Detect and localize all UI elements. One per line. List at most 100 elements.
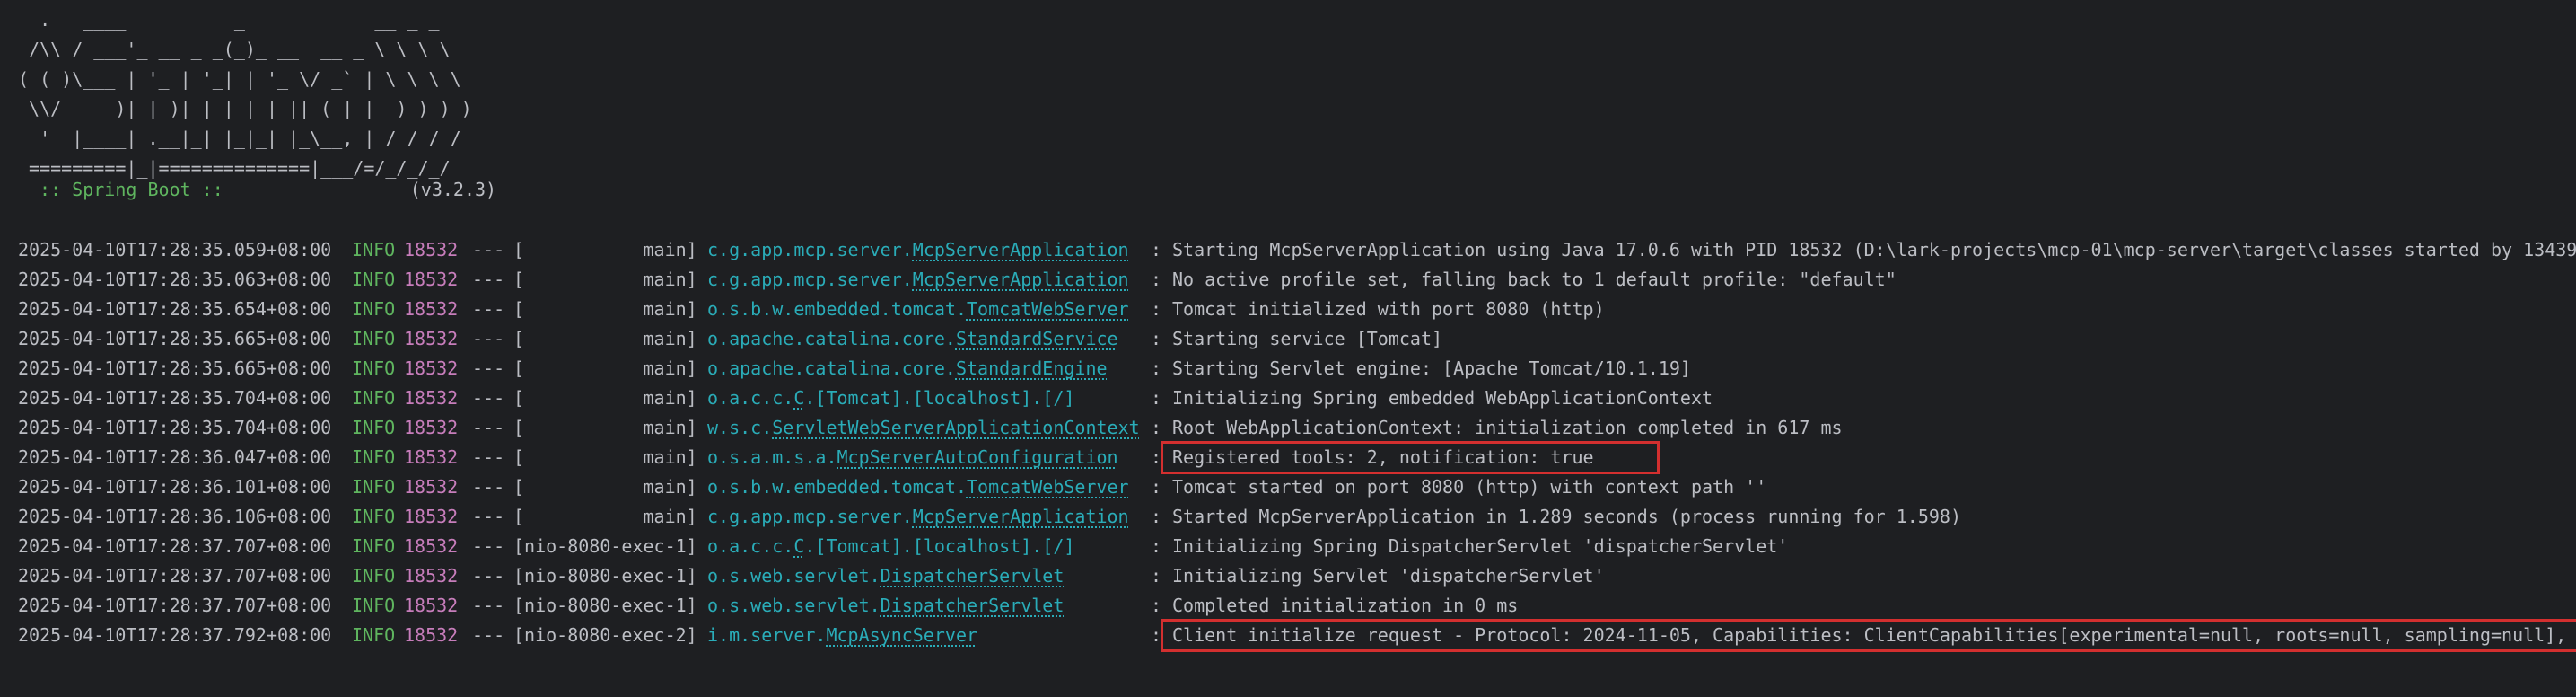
logger-suffix: .[Tomcat].[localhost].[/]	[804, 535, 1075, 557]
log-message: Starting Servlet engine: [Apache Tomcat/…	[1172, 357, 1691, 379]
logger-package: o.s.b.w.embedded.tomcat.	[707, 298, 967, 320]
log-thread: [ main]	[513, 417, 697, 438]
log-separator: ---	[472, 446, 505, 468]
logger-class-link[interactable]: DispatcherServlet	[881, 595, 1065, 616]
logger-package: o.s.a.m.s.a.	[707, 446, 837, 468]
log-timestamp: 2025-04-10T17:28:35.704+08:00	[18, 417, 332, 438]
log-level: INFO	[352, 624, 396, 646]
log-thread: [ main]	[513, 269, 697, 290]
log-timestamp: 2025-04-10T17:28:35.654+08:00	[18, 298, 332, 320]
log-timestamp: 2025-04-10T17:28:35.665+08:00	[18, 328, 332, 349]
log-logger: i.m.server.McpAsyncServer	[707, 621, 977, 650]
log-message: Starting McpServerApplication using Java…	[1172, 239, 2576, 260]
log-message: Tomcat initialized with port 8080 (http)	[1172, 298, 1605, 320]
log-timestamp: 2025-04-10T17:28:35.704+08:00	[18, 387, 332, 409]
log-level: INFO	[352, 357, 396, 379]
log-timestamp: 2025-04-10T17:28:37.707+08:00	[18, 535, 332, 557]
log-logger: o.s.b.w.embedded.tomcat.TomcatWebServer	[707, 472, 1129, 502]
log-level: INFO	[352, 417, 396, 438]
logger-class-link[interactable]: DispatcherServlet	[881, 565, 1065, 587]
log-level: INFO	[352, 239, 396, 260]
log-logger: o.a.c.c.C.[Tomcat].[localhost].[/]	[707, 384, 1074, 413]
log-message: Tomcat started on port 8080 (http) with …	[1172, 476, 1767, 498]
log-logger: o.s.web.servlet.DispatcherServlet	[707, 561, 1064, 591]
log-colon: :	[1151, 476, 1162, 498]
log-thread: [ main]	[513, 298, 697, 320]
log-timestamp: 2025-04-10T17:28:36.101+08:00	[18, 476, 332, 498]
logger-package: o.a.c.c.	[707, 535, 794, 557]
logger-package: c.g.app.mcp.server.	[707, 239, 913, 260]
logger-class-link[interactable]: ServletWebServerApplicationContext	[772, 417, 1139, 438]
logger-class-link[interactable]: C	[793, 387, 804, 409]
logger-package: w.s.c.	[707, 417, 773, 438]
log-timestamp: 2025-04-10T17:28:35.665+08:00	[18, 357, 332, 379]
log-message: Registered tools: 2, notification: true	[1172, 446, 1594, 468]
spring-boot-label: :: Spring Boot ::	[29, 179, 223, 200]
log-timestamp: 2025-04-10T17:28:37.792+08:00	[18, 624, 332, 646]
logger-class-link[interactable]: McpServerApplication	[913, 269, 1129, 290]
log-separator: ---	[472, 506, 505, 527]
log-logger: c.g.app.mcp.server.McpServerApplication	[707, 235, 1129, 265]
logger-class-link[interactable]: C	[793, 535, 804, 557]
log-pid: 18532	[404, 506, 459, 527]
log-thread: [ main]	[513, 476, 697, 498]
log-pid: 18532	[404, 328, 459, 349]
logger-package: c.g.app.mcp.server.	[707, 506, 913, 527]
log-pid: 18532	[404, 387, 459, 409]
logger-package: o.s.web.servlet.	[707, 595, 881, 616]
logger-class-link[interactable]: McpServerAutoConfiguration	[837, 446, 1118, 468]
log-separator: ---	[472, 328, 505, 349]
logger-class-link[interactable]: StandardService	[956, 328, 1118, 349]
log-thread: [nio-8080-exec-2]	[513, 624, 697, 646]
log-message: Initializing Spring embedded WebApplicat…	[1172, 387, 1713, 409]
log-pid: 18532	[404, 239, 459, 260]
log-logger: o.apache.catalina.core.StandardEngine	[707, 354, 1108, 384]
log-pid: 18532	[404, 535, 459, 557]
log-colon: :	[1151, 328, 1162, 349]
log-thread: [ main]	[513, 239, 697, 260]
log-separator: ---	[472, 535, 505, 557]
log-logger: c.g.app.mcp.server.McpServerApplication	[707, 265, 1129, 295]
log-thread: [ main]	[513, 387, 697, 409]
log-timestamp: 2025-04-10T17:28:37.707+08:00	[18, 565, 332, 587]
logger-class-link[interactable]: TomcatWebServer	[967, 298, 1129, 320]
log-level: INFO	[352, 476, 396, 498]
log-level: INFO	[352, 506, 396, 527]
logger-class-link[interactable]: McpServerApplication	[913, 239, 1129, 260]
log-level: INFO	[352, 535, 396, 557]
log-colon: :	[1151, 387, 1162, 409]
log-pid: 18532	[404, 298, 459, 320]
log-thread: [nio-8080-exec-1]	[513, 565, 697, 587]
log-level: INFO	[352, 595, 396, 616]
logger-class-link[interactable]: StandardEngine	[956, 357, 1108, 379]
log-logger: o.s.web.servlet.DispatcherServlet	[707, 591, 1064, 621]
log-timestamp: 2025-04-10T17:28:35.063+08:00	[18, 269, 332, 290]
log-pid: 18532	[404, 595, 459, 616]
log-colon: :	[1151, 506, 1162, 527]
logger-class-link[interactable]: McpServerApplication	[913, 506, 1129, 527]
console-output[interactable]: . ____ _ __ _ _ /\\ / ___'_ __ _ _(_)_ _…	[0, 0, 2576, 697]
log-logger: o.a.c.c.C.[Tomcat].[localhost].[/]	[707, 532, 1074, 561]
log-colon: :	[1151, 417, 1162, 438]
log-level: INFO	[352, 565, 396, 587]
log-timestamp: 2025-04-10T17:28:36.106+08:00	[18, 506, 332, 527]
log-colon: :	[1151, 624, 1162, 646]
log-pid: 18532	[404, 269, 459, 290]
log-separator: ---	[472, 239, 505, 260]
log-logger: o.s.b.w.embedded.tomcat.TomcatWebServer	[707, 295, 1129, 324]
log-thread: [nio-8080-exec-1]	[513, 535, 697, 557]
logger-package: o.apache.catalina.core.	[707, 328, 956, 349]
logger-class-link[interactable]: TomcatWebServer	[967, 476, 1129, 498]
log-pid: 18532	[404, 446, 459, 468]
logger-class-link[interactable]: McpAsyncServer	[826, 624, 977, 646]
log-pid: 18532	[404, 357, 459, 379]
log-pid: 18532	[404, 624, 459, 646]
log-colon: :	[1151, 446, 1162, 468]
spring-boot-banner: . ____ _ __ _ _ /\\ / ___'_ __ _ _(_)_ _…	[18, 9, 472, 179]
log-message: No active profile set, falling back to 1…	[1172, 269, 1897, 290]
log-timestamp: 2025-04-10T17:28:36.047+08:00	[18, 446, 332, 468]
log-separator: ---	[472, 357, 505, 379]
logger-package: i.m.server.	[707, 624, 827, 646]
logger-package: o.apache.catalina.core.	[707, 357, 956, 379]
log-logger: o.apache.catalina.core.StandardService	[707, 324, 1118, 354]
